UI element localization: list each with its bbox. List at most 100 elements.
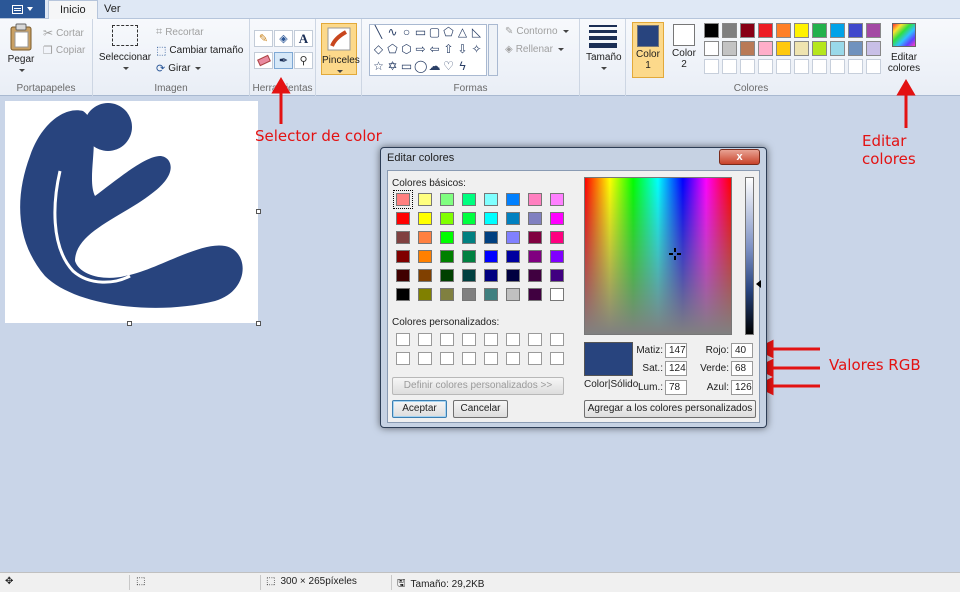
custom-color-swatch[interactable] [550,352,564,365]
basic-color-swatch[interactable] [550,250,564,263]
luminance-arrow-icon[interactable] [756,280,761,288]
basic-color-swatch[interactable] [440,212,454,225]
basic-color-swatch[interactable] [528,250,542,263]
basic-color-swatch[interactable] [440,231,454,244]
move-cursor-icon: ✥ [5,576,14,587]
sat-label: Sat.: [642,363,663,374]
red-field[interactable]: 40 [731,343,753,358]
annotation-color-picker: Selector de color [255,127,382,145]
basic-color-swatch[interactable] [418,193,432,206]
basic-color-swatch[interactable] [528,288,542,301]
basic-color-swatch[interactable] [528,269,542,282]
custom-color-swatch[interactable] [506,352,520,365]
lum-field[interactable]: 78 [665,380,687,395]
custom-color-swatch[interactable] [440,333,454,346]
sat-field[interactable]: 124 [665,361,687,376]
file-size-text: Tamaño: 29,2KB [410,579,485,590]
color-spectrum[interactable] [584,177,732,335]
basic-color-swatch[interactable] [462,288,476,301]
basic-color-swatch[interactable] [484,288,498,301]
green-field[interactable]: 68 [731,361,753,376]
selection-icon: ⬚ [136,576,146,587]
luminance-slider[interactable] [745,177,754,335]
basic-color-swatch[interactable] [418,288,432,301]
basic-color-swatch[interactable] [506,231,520,244]
image-dimensions-text: 300 × 265píxeles [280,576,357,587]
add-to-custom-colors-button[interactable]: Agregar a los colores personalizados [584,400,756,418]
hue-field[interactable]: 147 [665,343,687,358]
basic-color-swatch[interactable] [462,250,476,263]
image-size-icon: ⬚ [266,576,276,587]
basic-color-swatch[interactable] [396,269,410,282]
cancel-button[interactable]: Cancelar [453,400,508,418]
custom-color-swatch[interactable] [484,333,498,346]
basic-color-swatch[interactable] [418,212,432,225]
basic-color-swatch[interactable] [484,193,498,206]
ok-button[interactable]: Aceptar [392,400,447,418]
dialog-title: Editar colores [387,152,455,164]
basic-color-swatch[interactable] [418,231,432,244]
custom-color-swatch[interactable] [396,352,410,365]
basic-color-swatch[interactable] [396,231,410,244]
custom-color-swatch[interactable] [528,333,542,346]
basic-color-swatch[interactable] [484,269,498,282]
basic-color-swatch[interactable] [506,250,520,263]
blue-field[interactable]: 126 [731,380,753,395]
define-custom-colors-button[interactable]: Definir colores personalizados >> [392,377,564,395]
basic-color-swatch[interactable] [462,193,476,206]
blue-label: Azul: [706,382,729,393]
custom-color-swatch[interactable] [462,352,476,365]
basic-color-swatch[interactable] [393,190,413,209]
custom-color-swatch[interactable] [506,333,520,346]
basic-color-swatch[interactable] [550,288,564,301]
custom-color-swatch[interactable] [418,333,432,346]
custom-color-swatch[interactable] [462,333,476,346]
basic-color-swatch[interactable] [484,231,498,244]
custom-color-swatch[interactable] [440,352,454,365]
red-label: Rojo: [705,345,729,356]
basic-color-swatch[interactable] [418,250,432,263]
custom-color-swatch[interactable] [396,333,410,346]
basic-color-swatch[interactable] [396,212,410,225]
basic-color-swatch[interactable] [506,288,520,301]
annotation-rgb-values: Valores RGB [829,356,921,374]
basic-color-swatch[interactable] [418,269,432,282]
basic-color-swatch[interactable] [396,250,410,263]
basic-color-swatch[interactable] [440,250,454,263]
dialog-body: Colores básicos: Colores personalizados:… [387,170,761,423]
basic-color-swatch[interactable] [550,212,564,225]
basic-color-swatch[interactable] [396,288,410,301]
green-label: Verde: [700,363,729,374]
selection-size: ⬚ [136,576,145,587]
basic-color-swatch[interactable] [484,250,498,263]
basic-color-swatch[interactable] [440,269,454,282]
custom-colors-label: Colores personalizados: [392,317,500,328]
custom-color-swatch[interactable] [550,333,564,346]
basic-color-swatch[interactable] [506,269,520,282]
file-size: 🖫 Tamaño: 29,2KB [397,576,484,592]
basic-color-swatch[interactable] [462,269,476,282]
basic-color-swatch[interactable] [484,212,498,225]
basic-color-swatch[interactable] [550,231,564,244]
basic-color-swatch[interactable] [462,231,476,244]
status-divider [260,575,261,590]
custom-color-swatch[interactable] [418,352,432,365]
basic-color-swatch[interactable] [528,212,542,225]
basic-color-swatch[interactable] [440,288,454,301]
status-bar: ✥ ⬚ ⬚ 300 × 265píxeles 🖫 Tamaño: 29,2KB [0,572,960,592]
basic-color-swatch[interactable] [440,193,454,206]
disk-icon: 🖫 [397,578,406,589]
close-button[interactable]: x [719,149,760,165]
basic-color-swatch[interactable] [528,231,542,244]
basic-color-swatch[interactable] [550,269,564,282]
hue-label: Matiz: [636,345,663,356]
edit-colors-dialog: Editar colores x Colores básicos: Colore… [380,147,767,428]
basic-color-swatch[interactable] [528,193,542,206]
custom-color-swatch[interactable] [528,352,542,365]
basic-color-swatch[interactable] [506,193,520,206]
basic-color-swatch[interactable] [462,212,476,225]
basic-color-swatch[interactable] [506,212,520,225]
lum-label: Lum.: [637,382,663,393]
custom-color-swatch[interactable] [484,352,498,365]
basic-color-swatch[interactable] [550,193,564,206]
